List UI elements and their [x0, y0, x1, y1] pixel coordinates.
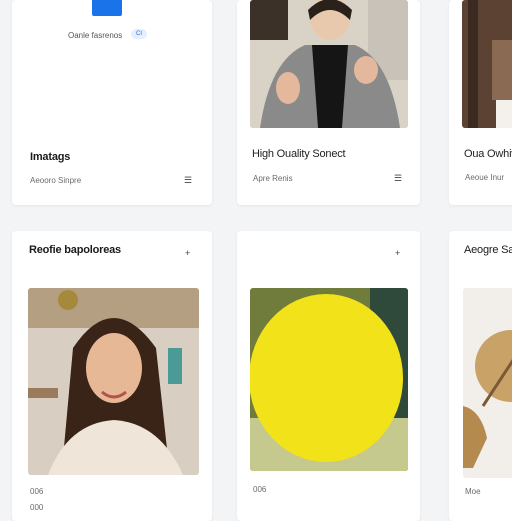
card-title: Imatags	[30, 151, 71, 163]
card-top-3[interactable]: Oua Owhiv Aeoue Inur	[449, 0, 512, 205]
caption: Moe	[465, 487, 481, 496]
card-meta: Aeoue Inur	[465, 173, 505, 182]
interior-photo	[462, 0, 512, 128]
bookmark-icon[interactable]: ☰	[184, 175, 192, 186]
lamp-photo	[463, 288, 512, 478]
caption-2: 000	[30, 503, 44, 512]
person-photo	[250, 0, 408, 128]
card-top-1[interactable]: Oanle fasrenos CI Imatags Aeooro Sinpre …	[12, 0, 212, 205]
card-title: Oua Owhiv	[464, 148, 512, 160]
header-label: Oanle fasrenos	[68, 31, 123, 40]
header-badge: CI	[131, 29, 147, 39]
card-title: Reofie bapoloreas	[29, 244, 121, 256]
card-title: High Ouality Sonect	[252, 148, 346, 160]
card-bottom-1[interactable]: Reofie bapoloreas + 006 000	[12, 231, 212, 521]
card-title: Aeogre Sa	[464, 244, 512, 256]
card-bottom-2[interactable]: + 006	[237, 231, 420, 521]
card-bottom-3[interactable]: Aeogre Sa Moe	[449, 231, 512, 521]
woman-portrait-photo	[28, 288, 199, 475]
card-meta: Aeooro Sinpre	[30, 176, 82, 185]
plus-icon[interactable]: +	[185, 248, 190, 258]
yellow-circle-photo	[250, 288, 408, 471]
card-meta: Apre Renis	[253, 174, 293, 183]
blue-tab[interactable]	[92, 0, 122, 16]
caption-1: 006	[30, 487, 44, 496]
plus-icon[interactable]: +	[395, 248, 400, 258]
bookmark-icon[interactable]: ☰	[394, 173, 402, 184]
caption: 006	[253, 485, 267, 494]
card-top-2[interactable]: High Ouality Sonect Apre Renis ☰	[237, 0, 420, 205]
